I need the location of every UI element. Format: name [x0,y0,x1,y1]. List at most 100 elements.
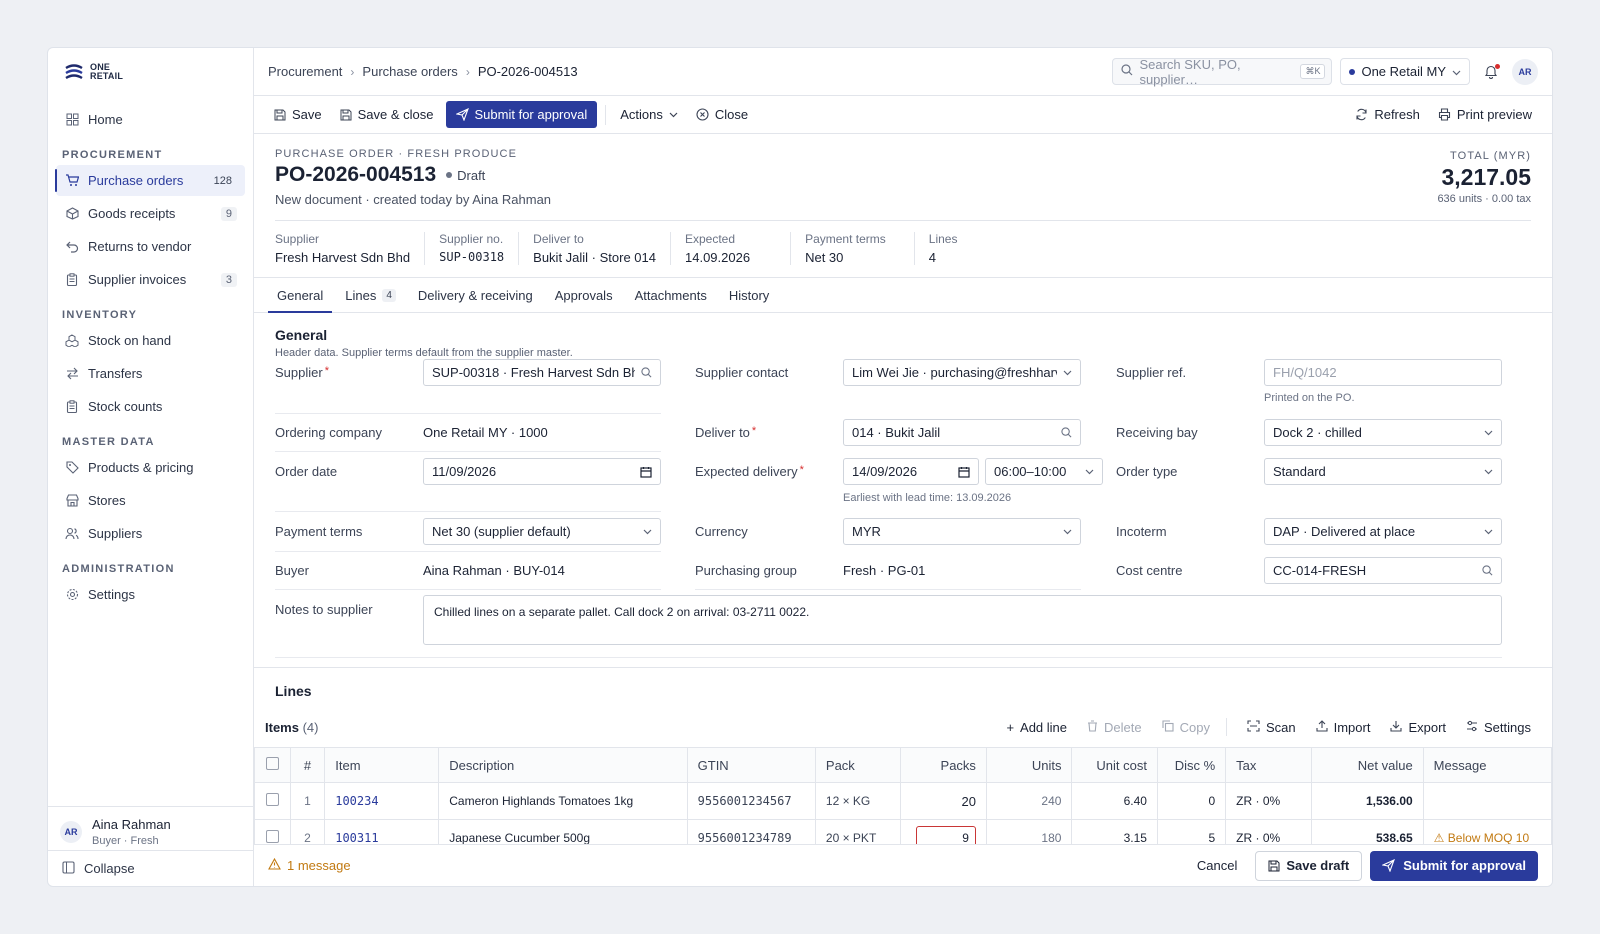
print-preview-button[interactable]: Print preview [1432,101,1538,128]
column-header[interactable]: Pack [814,747,902,783]
save-label: Save [292,107,322,122]
export-button[interactable]: Export [1390,720,1446,735]
sidebar-item-products[interactable]: Products & pricing [56,452,245,483]
cancel-button[interactable]: Cancel [1197,858,1237,873]
add-line-button[interactable]: + Add line [1006,720,1067,735]
notes-textarea[interactable]: Chilled lines on a separate pallet. Call… [423,595,1502,645]
sidebar-item-label: Stock on hand [88,333,172,348]
import-button[interactable]: Import [1316,720,1370,735]
cell-tax[interactable]: ZR · 0% [1225,782,1312,820]
column-header[interactable]: Item [324,747,440,783]
deliver-to-field[interactable]: 014 · Bukit Jalil [843,419,1081,446]
column-header[interactable]: Net value [1310,747,1424,783]
search-input[interactable]: Search SKU, PO, supplier… ⌘K [1112,57,1333,87]
breadcrumb-purchase-orders[interactable]: Purchase orders [362,64,457,79]
sidebar-item-stock-on-hand[interactable]: Stock on hand [56,325,245,356]
return-arrow-icon [65,240,79,254]
supplier-field[interactable]: SUP-00318 · Fresh Harvest Sdn Bhd [423,359,661,386]
cell-packs[interactable]: 20 [900,782,987,820]
cell-item[interactable]: 100234 [324,782,440,820]
sidebar-item-stores[interactable]: Stores [56,485,245,516]
user-avatar[interactable]: AR [1512,58,1538,85]
supplier-ref-input[interactable]: FH/Q/1042 [1264,359,1502,386]
messages-indicator[interactable]: 1 message [268,857,1197,873]
cell-pack: 12 × KG [814,782,902,820]
brand-logo[interactable]: ONE RETAIL [48,48,253,96]
row-divider [275,657,1502,658]
tab-history[interactable]: History [720,278,778,312]
currency-select[interactable]: MYR [843,518,1081,545]
column-header[interactable]: GTIN [686,747,816,783]
refresh-icon [1356,108,1367,121]
row-checkbox-cell[interactable] [254,782,291,820]
status-label: Draft [457,167,486,183]
payment-terms-label: Payment terms [275,524,363,539]
save-close-button[interactable]: Save & close [334,101,440,128]
box-icon [65,207,79,221]
checkbox[interactable] [265,793,279,806]
save-button[interactable]: Save [268,101,328,128]
close-circle-icon [696,108,709,121]
sidebar-user[interactable]: AR Aina Rahman Buyer · Fresh [48,806,253,850]
tab-lines[interactable]: Lines 4 [336,278,405,312]
delete-button[interactable]: Delete [1087,720,1142,735]
items-count: (4) [302,719,319,735]
submit-for-approval-button[interactable]: Submit for approval [445,101,598,128]
column-header[interactable]: Disc % [1156,747,1227,783]
receiving-bay-select[interactable]: Dock 2 · chilled [1264,419,1502,446]
cell-discount[interactable]: 0 [1156,782,1227,820]
copy-button[interactable]: Copy [1162,720,1210,735]
order-date-input[interactable]: 11/09/2026 [423,458,661,485]
breadcrumb-procurement[interactable]: Procurement [268,64,342,79]
column-header[interactable]: Units [985,747,1073,783]
cost-centre-field[interactable]: CC-014-FRESH [1264,557,1502,584]
sidebar-item-stock-counts[interactable]: Stock counts [56,391,245,422]
table-row[interactable]: 1 100234 Cameron Highlands Tomatoes 1kg … [254,782,1552,820]
scan-button[interactable]: Scan [1247,720,1296,735]
sidebar-item-purchase-orders[interactable]: Purchase orders 128 [55,165,245,196]
sidebar-item-goods-receipts[interactable]: Goods receipts 9 [56,198,245,229]
cell-unit-cost[interactable]: 6.40 [1071,782,1158,820]
chevron-right-icon: › [350,64,355,79]
incoterm-select[interactable]: DAP · Delivered at place [1264,518,1502,545]
actions-menu-button[interactable]: Actions [614,101,684,128]
footer-submit-button[interactable]: Submit for approval [1370,850,1538,881]
close-button[interactable]: Close [690,101,754,128]
tab-approvals[interactable]: Approvals [546,278,622,312]
sidebar-item-transfers[interactable]: Transfers [56,358,245,389]
delivery-window-select[interactable]: 06:00–10:00 [985,458,1103,485]
notifications-bell-icon[interactable] [1484,63,1500,80]
sidebar-item-home[interactable]: Home [56,104,245,135]
refresh-button[interactable]: Refresh [1349,101,1426,128]
payment-terms-select[interactable]: Net 30 (supplier default) [423,518,661,545]
column-header[interactable]: # [289,747,326,783]
order-type-select[interactable]: Standard [1264,458,1502,485]
sidebar-item-label: Home [88,112,123,127]
expected-delivery-input[interactable]: 14/09/2026 [843,458,979,485]
item-link[interactable]: 100311 [335,831,378,845]
sidebar-item-settings[interactable]: Settings [56,579,245,610]
collapse-button[interactable]: Collapse [48,850,253,886]
supplier-contact-select[interactable]: Lim Wei Jie · purchasing@freshharvest.my [843,359,1081,386]
checkbox[interactable] [265,830,279,843]
checkbox[interactable] [265,757,279,770]
tab-general[interactable]: General [268,278,333,313]
chevron-down-icon [1063,529,1072,535]
select-all-checkbox[interactable] [254,747,291,783]
column-header[interactable]: Message [1422,747,1552,783]
table-settings-button[interactable]: Settings [1466,720,1531,735]
sidebar-item-supplier-invoices[interactable]: Supplier invoices 3 [56,264,245,295]
item-link[interactable]: 100234 [335,794,378,808]
tab-attachments[interactable]: Attachments [626,278,716,312]
sidebar-item-returns[interactable]: Returns to vendor [56,231,245,262]
notification-dot [1495,63,1500,69]
save-draft-button[interactable]: Save draft [1255,850,1363,881]
column-header[interactable]: Description [438,747,688,783]
required-marker: * [751,425,757,437]
company-selector[interactable]: One Retail MY [1340,58,1470,85]
sidebar-item-suppliers[interactable]: Suppliers [56,518,245,549]
column-header[interactable]: Packs [900,747,987,783]
column-header[interactable]: Tax [1225,747,1312,783]
tab-delivery-receiving[interactable]: Delivery & receiving [409,278,542,312]
column-header[interactable]: Unit cost [1071,747,1158,783]
